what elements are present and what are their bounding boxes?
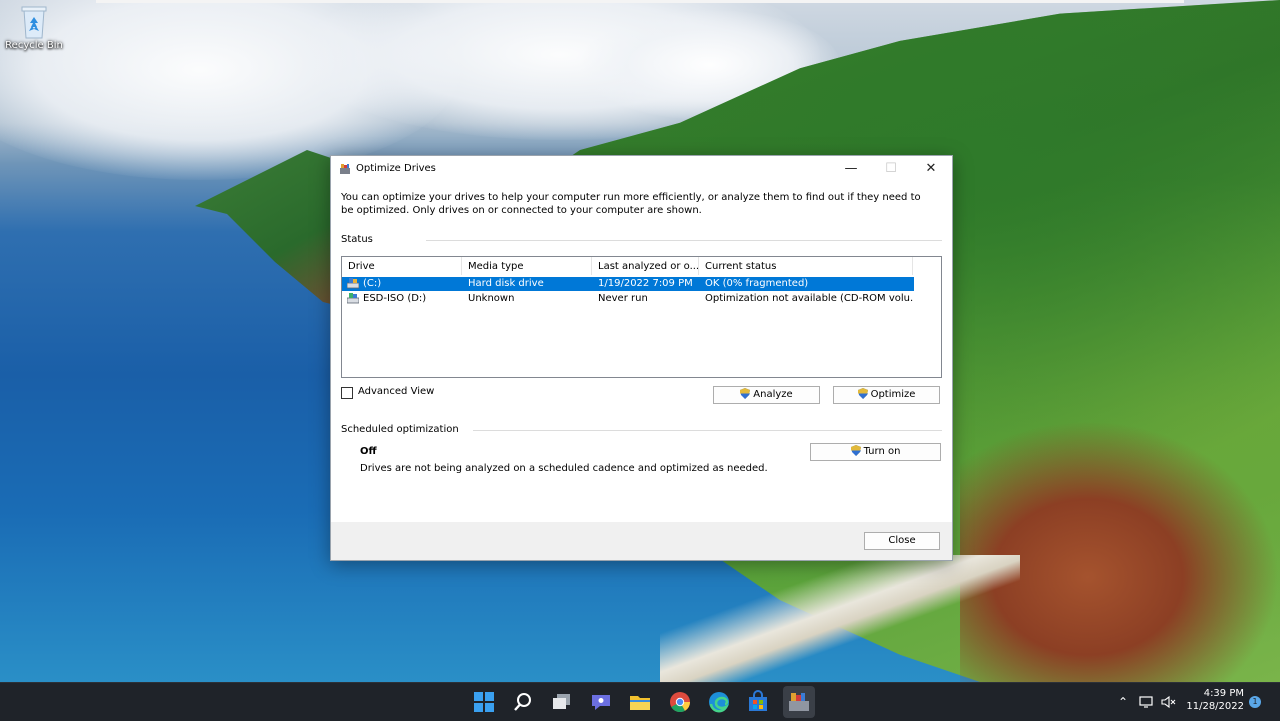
clock-date: 11/28/2022 [1186,701,1244,712]
desktop-icon-label: Recycle Bin [5,40,63,51]
taskbar: ⌃ 4:39 PM 11/28/2022 1 [0,682,1280,721]
search-icon[interactable] [511,690,535,714]
recycle-bin-icon [19,4,49,40]
column-header-last-analyzed[interactable]: Last analyzed or o... [592,257,699,275]
scheduled-section-label: Scheduled optimization [341,424,459,435]
minimize-button[interactable]: — [831,156,871,182]
optimize-drives-icon [339,163,351,175]
chat-icon[interactable] [589,690,613,714]
maximize-button[interactable]: ☐ [871,156,911,182]
media-type: Hard disk drive [468,278,544,289]
hard-drive-icon [346,278,360,289]
turn-on-button[interactable]: Turn on [810,443,941,461]
drives-list[interactable]: Drive Media type Last analyzed or o... C… [341,256,942,378]
table-row-drive-d[interactable]: ESD-ISO (D:) Unknown Never run Optimizat… [342,292,914,306]
file-explorer-icon[interactable] [628,690,652,714]
top-edge-bar [96,0,1184,3]
analyze-label: Analyze [753,389,793,400]
close-window-button[interactable]: ✕ [911,156,951,182]
window-title: Optimize Drives [356,163,436,174]
uac-shield-icon [857,388,868,399]
last-analyzed: Never run [598,293,648,304]
close-button[interactable]: Close [864,532,940,550]
optimize-drives-window: Optimize Drives — ☐ ✕ You can optimize y… [330,155,953,561]
drive-name: ESD-ISO (D:) [363,293,427,304]
desktop-icon-recycle-bin[interactable]: Recycle Bin [4,4,64,51]
title-bar[interactable]: Optimize Drives — ☐ ✕ [331,156,952,182]
drives-list-header: Drive Media type Last analyzed or o... C… [342,257,941,275]
optimize-label: Optimize [870,389,916,400]
start-icon[interactable] [472,690,496,714]
store-icon[interactable] [746,690,770,714]
clock-time: 4:39 PM [1203,688,1244,699]
scheduled-state: Off [360,446,377,457]
table-row-drive-c[interactable]: (C:) Hard disk drive 1/19/2022 7:09 PM O… [342,277,914,291]
status-section-label: Status [341,234,373,245]
intro-text: You can optimize your drives to help you… [341,192,921,216]
scheduled-description: Drives are not being analyzed on a sched… [360,463,768,474]
analyze-button[interactable]: Analyze [713,386,820,404]
current-status: Optimization not available (CD-ROM volu.… [705,293,914,304]
column-header-drive[interactable]: Drive [342,257,462,275]
turn-on-label: Turn on [863,446,901,457]
disc-drive-icon [346,293,360,304]
chevron-up-icon[interactable]: ⌃ [1115,694,1131,710]
uac-shield-icon [850,445,861,456]
edge-icon[interactable] [707,690,731,714]
optimize-button[interactable]: Optimize [833,386,940,404]
checkbox-box[interactable] [341,387,353,399]
taskbar-clock[interactable]: 4:39 PM 11/28/2022 [1178,687,1244,713]
divider [473,430,942,431]
chrome-icon[interactable] [668,690,692,714]
column-header-current-status[interactable]: Current status [699,257,913,275]
last-analyzed: 1/19/2022 7:09 PM [598,278,693,289]
dialog-footer: Close [331,522,952,560]
optimize-drives-icon[interactable] [787,690,811,714]
current-status: OK (0% fragmented) [705,278,809,289]
column-header-media-type[interactable]: Media type [462,257,592,275]
uac-shield-icon [740,388,751,399]
volume-muted-icon[interactable] [1160,694,1176,710]
divider [426,240,942,241]
network-icon[interactable] [1139,694,1155,710]
task-view-icon[interactable] [550,690,574,714]
notification-badge[interactable]: 1 [1249,696,1261,708]
beach [660,555,1020,682]
advanced-view-label: Advanced View [358,386,435,397]
drive-name: (C:) [363,278,382,289]
media-type: Unknown [468,293,515,304]
